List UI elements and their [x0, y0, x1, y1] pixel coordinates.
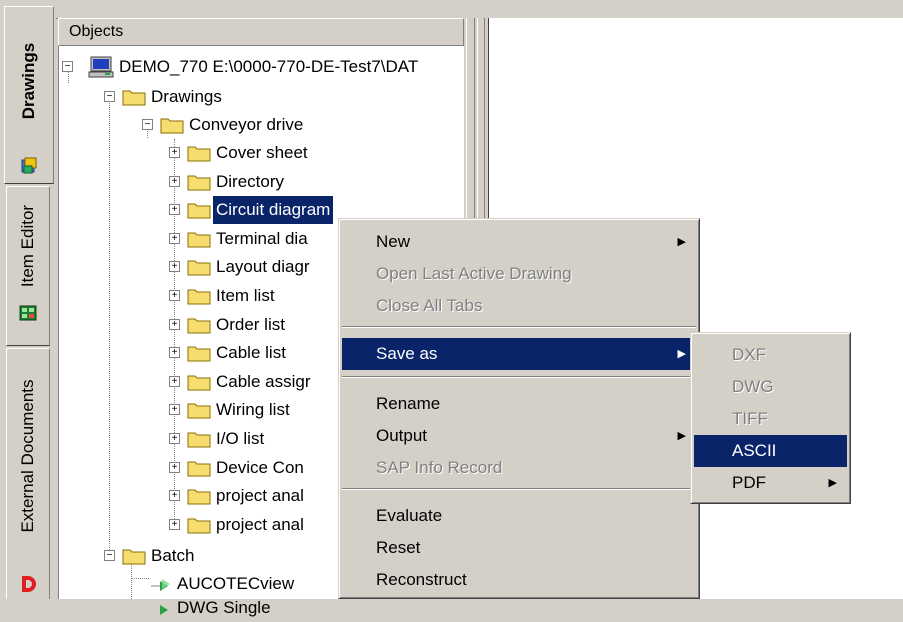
folder-icon [187, 318, 211, 334]
folder-icon [187, 489, 211, 505]
expand-icon[interactable]: + [169, 261, 180, 273]
menu-item-save-as[interactable]: Save as ▶ [342, 338, 696, 370]
menu-item-label: ASCII [732, 441, 777, 460]
submenu-arrow-icon: ▶ [828, 477, 837, 489]
menu-item-label: Rename [376, 394, 441, 413]
menu-item-label: Close All Tabs [376, 296, 483, 315]
tab-drawings-label: Drawings [19, 42, 38, 120]
menu-item-sap-info-record: SAP Info Record [342, 452, 696, 484]
expand-icon[interactable]: + [169, 347, 180, 359]
submenu-item-dxf: DXF [694, 339, 847, 371]
submenu-item-ascii[interactable]: ASCII [694, 435, 847, 467]
menu-item-rename[interactable]: Rename [342, 388, 696, 420]
folder-icon [187, 175, 211, 191]
menu-item-label: Reconstruct [376, 570, 467, 589]
submenu-item-dwg: DWG [694, 371, 847, 403]
drawings-icon [21, 157, 37, 174]
menu-item-label: Reset [376, 538, 421, 557]
collapse-icon[interactable]: − [104, 550, 115, 561]
batch-job-icon [151, 579, 170, 591]
collapse-icon[interactable]: − [142, 119, 153, 130]
menu-item-label: Output [376, 426, 428, 445]
folder-icon [187, 346, 211, 362]
folder-icon [122, 90, 146, 106]
folder-icon [187, 203, 211, 219]
menu-item-label: DXF [732, 345, 766, 364]
menu-item-reset[interactable]: Reset [342, 532, 696, 564]
menu-item-label: Save as [376, 344, 438, 363]
menu-item-label: New [376, 232, 411, 251]
folder-icon [187, 146, 211, 162]
item-editor-icon [19, 305, 37, 321]
folder-icon [187, 461, 211, 477]
menu-separator [342, 376, 696, 378]
expand-icon[interactable]: + [169, 232, 180, 244]
menu-item-output[interactable]: Output ▶ [342, 420, 696, 452]
expand-icon[interactable]: + [169, 404, 180, 416]
expand-icon[interactable]: + [169, 461, 180, 473]
expand-icon[interactable]: + [169, 290, 180, 301]
expand-icon[interactable]: + [169, 175, 180, 187]
expand-icon[interactable]: + [169, 518, 180, 530]
folder-icon [122, 549, 146, 565]
tab-drawings[interactable]: Drawings [4, 6, 54, 184]
tab-external-documents[interactable]: External Documents [6, 348, 50, 599]
expand-icon[interactable]: + [169, 147, 180, 158]
menu-item-open-last-active-drawing: Open Last Active Drawing [342, 258, 696, 290]
folder-icon [187, 260, 211, 276]
menu-item-new[interactable]: New ▶ [342, 226, 696, 258]
folder-icon [187, 289, 211, 305]
expand-icon[interactable]: + [169, 204, 180, 216]
context-menu: New ▶ Open Last Active Drawing Close All Ta… [338, 218, 700, 599]
expand-icon[interactable]: + [169, 318, 180, 330]
menu-item-label: DWG [732, 377, 774, 396]
vertical-tab-strip: Drawings Item Editor External Documents [0, 0, 56, 599]
menu-item-label: PDF [732, 473, 766, 492]
folder-icon [187, 518, 211, 534]
batch-job-icon [160, 605, 168, 615]
submenu-arrow-icon: ▶ [677, 430, 686, 442]
tab-item-editor[interactable]: Item Editor [6, 186, 50, 346]
menu-item-label: Open Last Active Drawing [376, 264, 572, 283]
submenu-item-tiff: TIFF [694, 403, 847, 435]
menu-item-label: TIFF [732, 409, 768, 428]
expand-icon[interactable]: + [169, 490, 180, 502]
save-as-submenu: DXF DWG TIFF ASCII PDF ▶ [690, 332, 851, 504]
computer-icon [88, 56, 114, 78]
folder-icon [160, 118, 184, 134]
collapse-icon[interactable]: − [62, 61, 73, 72]
folder-icon [187, 432, 211, 448]
folder-icon [187, 232, 211, 248]
submenu-arrow-icon: ▶ [677, 236, 686, 248]
menu-item-reconstruct[interactable]: Reconstruct [342, 564, 696, 596]
submenu-item-pdf[interactable]: PDF ▶ [694, 467, 847, 499]
submenu-arrow-icon: ▶ [677, 348, 686, 360]
aucotec-logo-icon [22, 576, 36, 592]
tab-external-documents-label: External Documents [18, 379, 37, 533]
expand-icon[interactable]: + [169, 433, 180, 444]
menu-item-close-all-tabs: Close All Tabs [342, 290, 696, 322]
collapse-icon[interactable]: − [104, 91, 115, 102]
tab-item-editor-label: Item Editor [18, 204, 37, 288]
menu-item-label: Evaluate [376, 506, 443, 525]
expand-icon[interactable]: + [169, 375, 180, 387]
menu-item-label: SAP Info Record [376, 458, 503, 477]
folder-icon [187, 403, 211, 419]
menu-separator [342, 326, 696, 328]
objects-header[interactable]: Objects [58, 18, 464, 46]
folder-icon [187, 375, 211, 391]
menu-item-evaluate[interactable]: Evaluate [342, 500, 696, 532]
top-bar [56, 0, 903, 19]
menu-separator [342, 488, 696, 490]
